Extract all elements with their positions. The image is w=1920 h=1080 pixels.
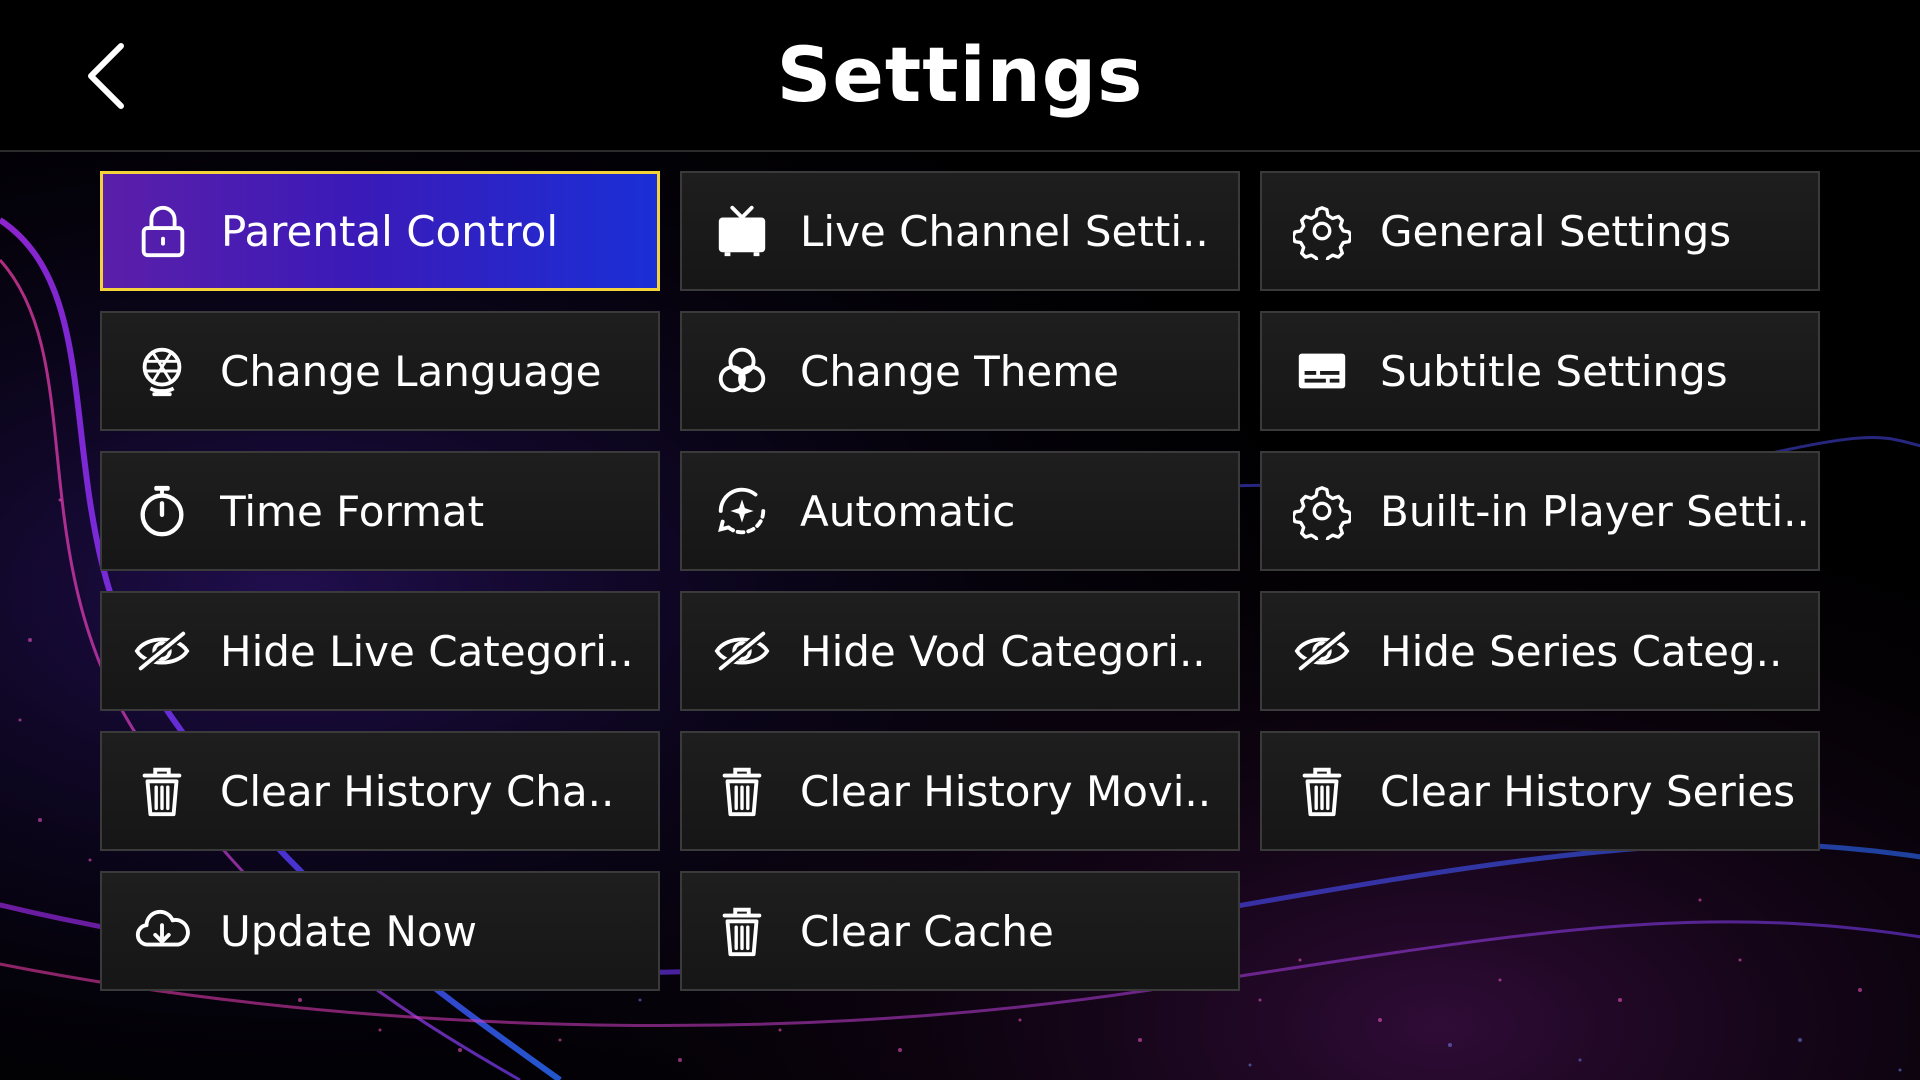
setting-tile-time-format[interactable]: Time Format <box>100 451 660 571</box>
setting-tile-label: General Settings <box>1380 206 1732 256</box>
setting-tile-hide-series-categ[interactable]: Hide Series Categ.. <box>1260 591 1820 711</box>
eye-off-icon <box>1292 621 1352 681</box>
trash-icon <box>1292 761 1352 821</box>
setting-tile-clear-history-movi[interactable]: Clear History Movi.. <box>680 731 1240 851</box>
setting-tile-label: Parental Control <box>221 206 559 256</box>
setting-tile-label: Live Channel Setti.. <box>800 206 1209 256</box>
setting-tile-general-settings[interactable]: General Settings <box>1260 171 1820 291</box>
setting-tile-hide-vod-categori[interactable]: Hide Vod Categori.. <box>680 591 1240 711</box>
setting-tile-label: Time Format <box>220 486 485 536</box>
trash-icon <box>712 761 772 821</box>
lock-icon <box>133 201 193 261</box>
subtitles-icon <box>1292 341 1352 401</box>
setting-tile-change-theme[interactable]: Change Theme <box>680 311 1240 431</box>
gear-icon <box>1292 201 1352 261</box>
page-title: Settings <box>776 30 1144 119</box>
setting-tile-label: Clear History Series <box>1380 766 1796 816</box>
globe-icon <box>132 341 192 401</box>
setting-tile-live-channel-setti[interactable]: Live Channel Setti.. <box>680 171 1240 291</box>
setting-tile-label: Hide Live Categori.. <box>220 626 634 676</box>
setting-tile-automatic[interactable]: Automatic <box>680 451 1240 571</box>
theme-circles-icon <box>712 341 772 401</box>
setting-tile-label: Clear Cache <box>800 906 1054 956</box>
eye-off-icon <box>132 621 192 681</box>
setting-tile-subtitle-settings[interactable]: Subtitle Settings <box>1260 311 1820 431</box>
setting-tile-label: Hide Vod Categori.. <box>800 626 1206 676</box>
stopwatch-icon <box>132 481 192 541</box>
setting-tile-change-language[interactable]: Change Language <box>100 311 660 431</box>
setting-tile-label: Clear History Movi.. <box>800 766 1212 816</box>
setting-tile-label: Update Now <box>220 906 477 956</box>
trash-icon <box>712 901 772 961</box>
setting-tile-built-in-player-setti[interactable]: Built-in Player Setti.. <box>1260 451 1820 571</box>
gear-icon <box>1292 481 1352 541</box>
auto-sparkle-icon <box>712 481 772 541</box>
setting-tile-update-now[interactable]: Update Now <box>100 871 660 991</box>
setting-tile-parental-control[interactable]: Parental Control <box>100 171 660 291</box>
setting-tile-label: Change Theme <box>800 346 1120 396</box>
setting-tile-label: Subtitle Settings <box>1380 346 1728 396</box>
tv-icon <box>712 201 772 261</box>
header-bar: Settings <box>0 0 1920 152</box>
settings-grid: Parental Control Live Channel Setti.. Gene… <box>100 171 1820 991</box>
setting-tile-clear-history-series[interactable]: Clear History Series <box>1260 731 1820 851</box>
setting-tile-label: Automatic <box>800 486 1016 536</box>
cloud-download-icon <box>132 901 192 961</box>
trash-icon <box>132 761 192 821</box>
setting-tile-label: Change Language <box>220 346 602 396</box>
eye-off-icon <box>712 621 772 681</box>
settings-screen: Settings Parental Control Live Channel Se… <box>0 0 1920 1080</box>
setting-tile-clear-history-cha[interactable]: Clear History Cha.. <box>100 731 660 851</box>
setting-tile-label: Built-in Player Setti.. <box>1380 486 1810 536</box>
setting-tile-clear-cache[interactable]: Clear Cache <box>680 871 1240 991</box>
setting-tile-label: Clear History Cha.. <box>220 766 615 816</box>
setting-tile-hide-live-categori[interactable]: Hide Live Categori.. <box>100 591 660 711</box>
setting-tile-label: Hide Series Categ.. <box>1380 626 1783 676</box>
